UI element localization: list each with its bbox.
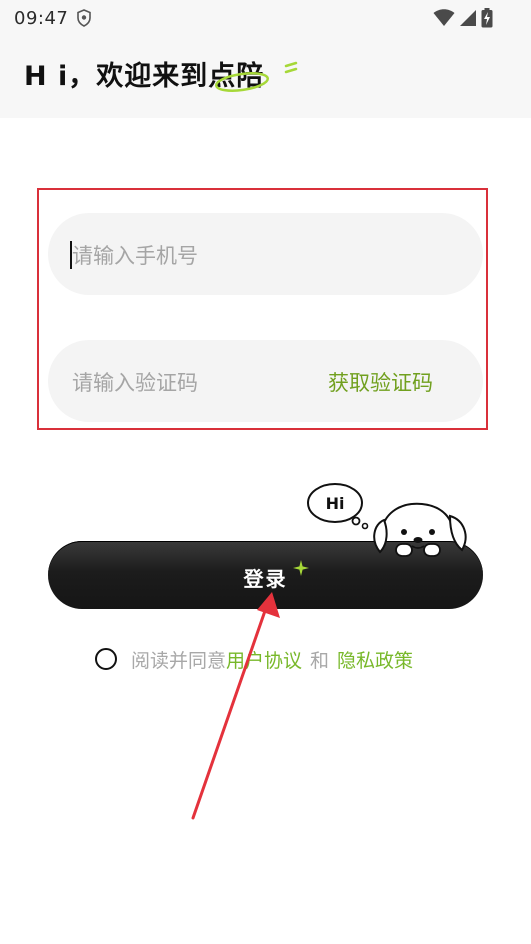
speech-bubble-icon: Hi [307, 483, 369, 530]
signal-icon [459, 9, 477, 31]
agreement-row: 阅读并同意 用户协议 和 隐私政策 [95, 644, 413, 674]
shield-icon [76, 9, 92, 31]
status-time: 09:47 [14, 8, 69, 29]
agreement-connector: 和 [310, 649, 330, 672]
puppy-icon [373, 502, 467, 557]
code-placeholder: 请输入验证码 [72, 371, 198, 395]
puppy-mascot: Hi [300, 480, 472, 564]
battery-charging-icon [481, 8, 493, 32]
bubble-text: Hi [326, 494, 345, 513]
user-agreement-link[interactable]: 用户协议 [226, 646, 302, 673]
wifi-icon [433, 9, 455, 31]
status-bar: 09:47 [0, 0, 531, 34]
greeting-underline-deco-icon [210, 58, 300, 102]
agreement-checkbox[interactable] [95, 648, 117, 670]
privacy-policy-link[interactable]: 隐私政策 [337, 646, 413, 673]
get-code-button[interactable]: 获取验证码 [328, 367, 433, 397]
red-arrow-annotation [191, 592, 280, 820]
login-label: 登录 [243, 567, 288, 591]
phone-input[interactable]: 请输入手机号 [48, 213, 483, 295]
verification-code-input[interactable]: 请输入验证码 获取验证码 [48, 340, 483, 422]
phone-placeholder: 请输入手机号 [72, 244, 198, 268]
agreement-prefix: 阅读并同意 [131, 649, 227, 672]
system-icons [433, 8, 493, 32]
